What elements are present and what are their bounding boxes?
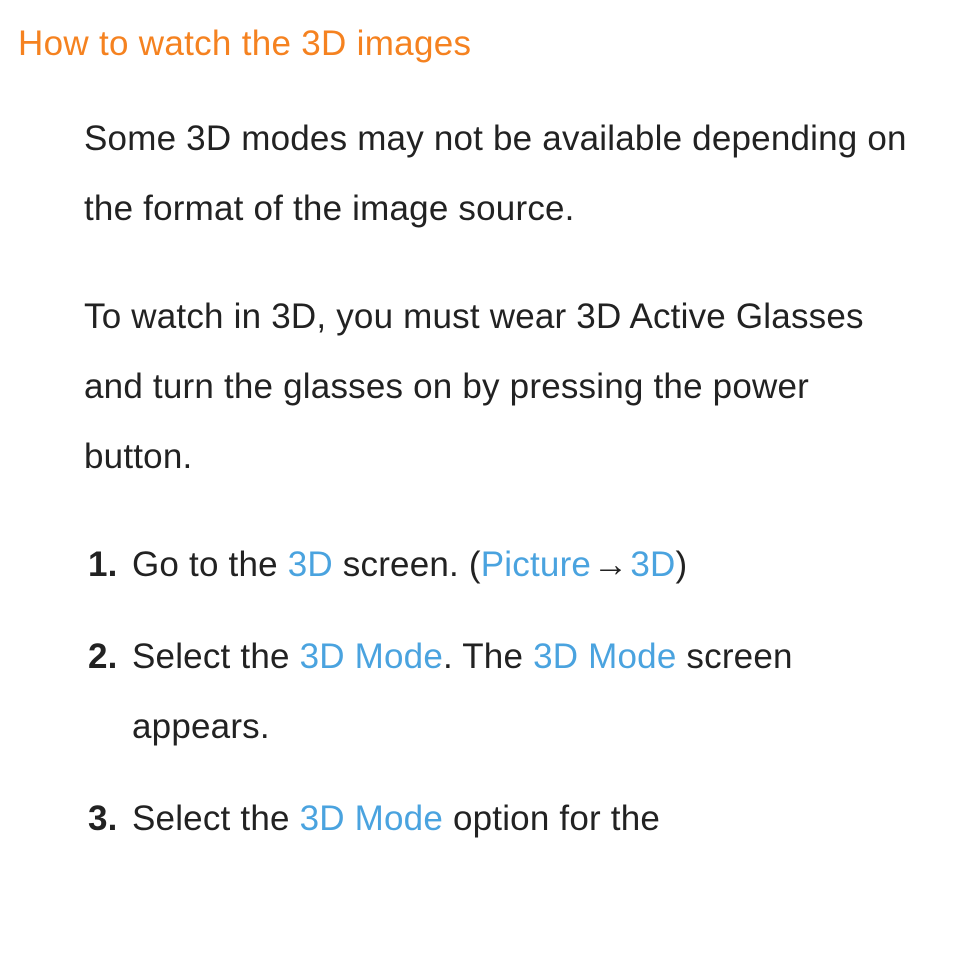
step-text: Go to the xyxy=(132,545,288,584)
arrow-icon: → xyxy=(593,530,628,600)
intro-paragraph-1: Some 3D modes may not be available depen… xyxy=(84,104,926,244)
step-text: Select the xyxy=(132,637,300,676)
body-content: Some 3D modes may not be available depen… xyxy=(18,104,936,854)
step-2: Select the 3D Mode. The 3D Mode screen a… xyxy=(88,622,926,762)
intro-paragraph-2: To watch in 3D, you must wear 3D Active … xyxy=(84,282,926,492)
step-text: Select the xyxy=(132,799,300,838)
highlight-term: 3D Mode xyxy=(300,799,443,838)
highlight-term: 3D Mode xyxy=(533,637,676,676)
step-text: . The xyxy=(443,637,533,676)
highlight-term: 3D xyxy=(630,545,675,584)
highlight-term: 3D xyxy=(288,545,333,584)
step-text: ) xyxy=(675,545,687,584)
steps-list: Go to the 3D screen. (Picture → 3D) Sele… xyxy=(84,530,926,854)
section-heading: How to watch the 3D images xyxy=(18,24,936,64)
step-1: Go to the 3D screen. (Picture → 3D) xyxy=(88,530,926,600)
highlight-term: 3D Mode xyxy=(300,637,443,676)
step-text: option for the xyxy=(443,799,660,838)
step-3: Select the 3D Mode option for the xyxy=(88,784,926,854)
highlight-term: Picture xyxy=(481,545,591,584)
step-text: screen. ( xyxy=(333,545,481,584)
